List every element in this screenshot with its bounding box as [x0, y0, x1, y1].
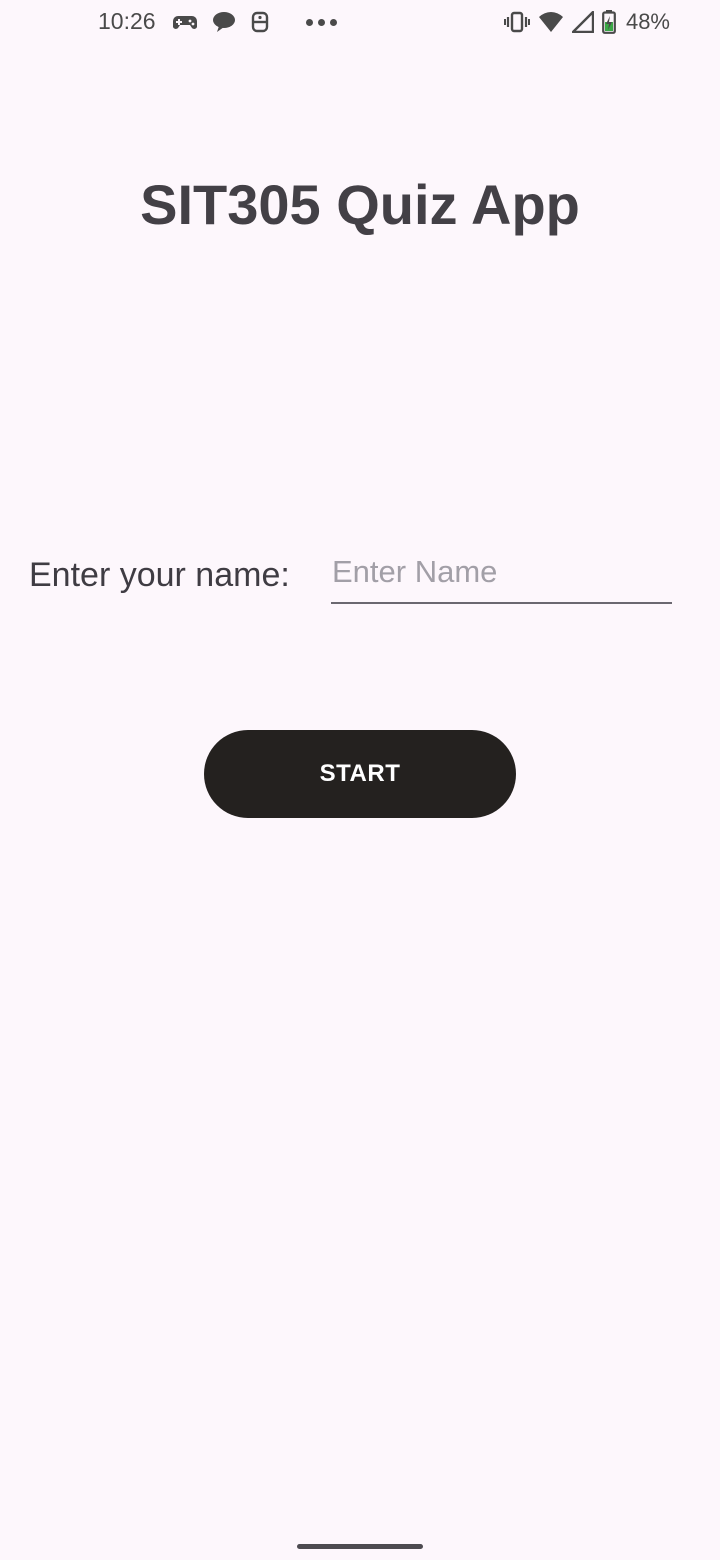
name-label: Enter your name: [29, 556, 290, 594]
notification-icons [172, 10, 337, 34]
signal-icon [571, 11, 594, 33]
start-button[interactable]: START [204, 730, 516, 818]
more-dots-icon [306, 18, 337, 26]
battery-percent: 48% [625, 9, 670, 34]
chat-bubble-icon [212, 11, 236, 33]
page-title: SIT305 Quiz App [140, 173, 580, 236]
status-bar: 10:26 48% [0, 0, 720, 44]
battery-charging-icon [602, 10, 616, 34]
name-input[interactable] [331, 546, 672, 604]
system-icons: 48% [503, 9, 670, 35]
gamepad-icon [172, 11, 198, 33]
vibrate-icon [503, 11, 530, 33]
navigation-handle[interactable] [297, 1544, 423, 1549]
wifi-icon [538, 11, 564, 33]
status-time: 10:26 [98, 8, 156, 34]
robot-icon [250, 10, 270, 34]
